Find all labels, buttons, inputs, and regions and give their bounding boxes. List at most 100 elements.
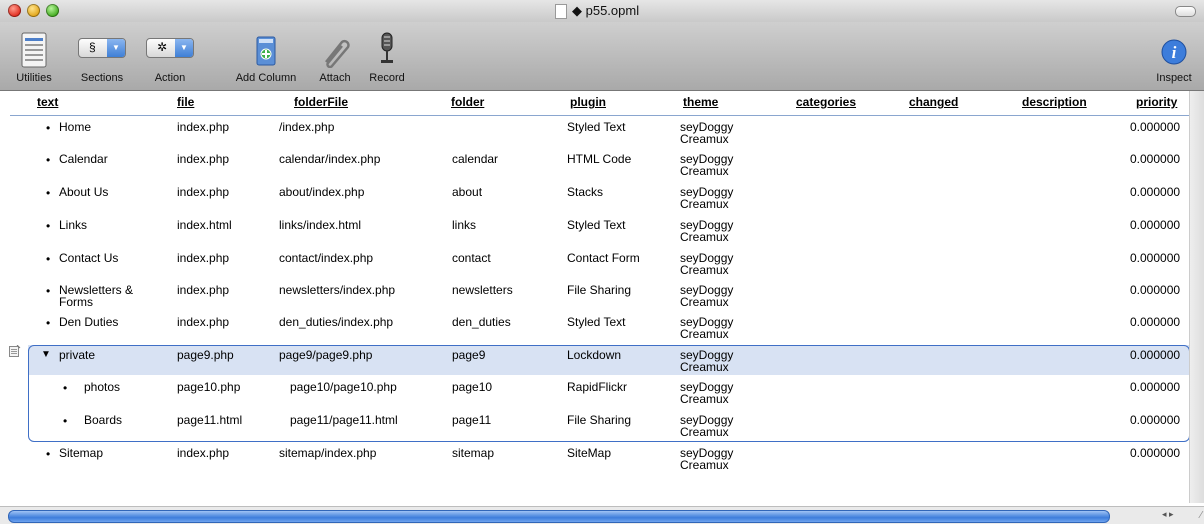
scroll-arrows[interactable]: ◂ ▸	[1162, 509, 1192, 522]
scroll-left-arrow-icon[interactable]: ◂	[1162, 509, 1167, 519]
column-header-priority[interactable]: priority	[1136, 95, 1177, 109]
cell-priority[interactable]: 0.000000	[1130, 252, 1180, 264]
cell-folder[interactable]: newsletters	[452, 284, 513, 296]
cell-theme-line2[interactable]: Creamux	[680, 133, 729, 145]
column-header-theme[interactable]: theme	[683, 95, 718, 109]
cell-folderfile[interactable]: contact/index.php	[279, 252, 373, 264]
resize-grip-icon[interactable]: ⁄	[1200, 510, 1202, 521]
cell-plugin[interactable]: Styled Text	[567, 219, 625, 231]
sections-button[interactable]: § ▼ Sections	[72, 22, 132, 90]
inspect-button[interactable]: i Inspect	[1146, 22, 1202, 90]
cell-text[interactable]: Calendar	[59, 153, 108, 165]
column-header-description[interactable]: description	[1022, 95, 1087, 109]
table-row[interactable]: • About Us index.php about/index.php abo…	[0, 184, 1190, 216]
cell-priority[interactable]: 0.000000	[1130, 381, 1180, 393]
cell-folder[interactable]: den_duties	[452, 316, 511, 328]
cell-priority[interactable]: 0.000000	[1130, 316, 1180, 328]
cell-file[interactable]: page9.php	[177, 349, 234, 361]
table-row[interactable]: • Boards page11.html page11/page11.html …	[0, 412, 1190, 444]
cell-text[interactable]: Boards	[84, 414, 122, 426]
add-column-button[interactable]: Add Column	[226, 22, 306, 90]
cell-text[interactable]: Den Duties	[59, 316, 118, 328]
cell-text[interactable]: private	[59, 349, 95, 361]
cell-text[interactable]: Links	[59, 219, 87, 231]
cell-plugin[interactable]: Stacks	[567, 186, 603, 198]
action-button[interactable]: ✲ ▼ Action	[140, 22, 200, 90]
cell-theme-line2[interactable]: Creamux	[680, 231, 729, 243]
cell-plugin[interactable]: File Sharing	[567, 414, 631, 426]
attach-button[interactable]: Attach	[312, 22, 358, 90]
cell-folder[interactable]: calendar	[452, 153, 498, 165]
disclosure-triangle-icon[interactable]: ▼	[41, 349, 51, 360]
cell-text[interactable]: About Us	[59, 186, 108, 198]
cell-file[interactable]: page11.html	[177, 414, 242, 426]
cell-folderfile[interactable]: page9/page9.php	[279, 349, 372, 361]
table-row[interactable]: • Links index.html links/index.html link…	[0, 217, 1190, 249]
cell-file[interactable]: index.html	[177, 219, 232, 231]
zoom-window-button[interactable]	[46, 4, 59, 17]
vertical-scrollbar[interactable]	[1189, 91, 1204, 503]
record-button[interactable]: Record	[362, 22, 412, 90]
cell-theme-line2[interactable]: Creamux	[680, 393, 729, 405]
horizontal-scroll-thumb[interactable]	[8, 510, 1110, 523]
cell-theme-line2[interactable]: Creamux	[680, 361, 729, 373]
cell-priority[interactable]: 0.000000	[1130, 153, 1180, 165]
cell-folder[interactable]: about	[452, 186, 482, 198]
table-row[interactable]: • Calendar index.php calendar/index.php …	[0, 151, 1190, 183]
cell-priority[interactable]: 0.000000	[1130, 447, 1180, 459]
table-row[interactable]: • Home index.php /index.php Styled Text …	[0, 119, 1190, 151]
cell-folder[interactable]: page11	[452, 414, 491, 426]
column-header-changed[interactable]: changed	[909, 95, 958, 109]
table-row[interactable]: • photos page10.php page10/page10.php pa…	[0, 379, 1190, 411]
table-row[interactable]: • Sitemap index.php sitemap/index.php si…	[0, 445, 1190, 477]
action-popup[interactable]: ✲ ▼	[146, 38, 194, 58]
sections-popup[interactable]: § ▼	[78, 38, 126, 58]
cell-folder[interactable]: page9	[452, 349, 485, 361]
cell-text[interactable]: Contact Us	[59, 252, 118, 264]
cell-folderfile[interactable]: /index.php	[279, 121, 334, 133]
column-header-file[interactable]: file	[177, 95, 194, 109]
cell-file[interactable]: index.php	[177, 447, 229, 459]
cell-theme-line2[interactable]: Creamux	[680, 264, 729, 276]
cell-folder[interactable]: links	[452, 219, 476, 231]
cell-text[interactable]: photos	[84, 381, 120, 393]
cell-folderfile[interactable]: den_duties/index.php	[279, 316, 393, 328]
cell-folder[interactable]: contact	[452, 252, 491, 264]
cell-priority[interactable]: 0.000000	[1130, 121, 1180, 133]
table-row[interactable]: • Newsletters & Forms index.php newslett…	[0, 282, 1190, 314]
cell-file[interactable]: index.php	[177, 121, 229, 133]
cell-folderfile[interactable]: calendar/index.php	[279, 153, 380, 165]
cell-file[interactable]: index.php	[177, 153, 229, 165]
cell-plugin[interactable]: File Sharing	[567, 284, 631, 296]
column-header-text[interactable]: text	[37, 95, 58, 109]
cell-text[interactable]: Sitemap	[59, 447, 103, 459]
cell-text[interactable]: Newsletters & Forms	[59, 284, 154, 308]
cell-file[interactable]: index.php	[177, 252, 229, 264]
cell-theme-line2[interactable]: Creamux	[680, 198, 729, 210]
cell-plugin[interactable]: HTML Code	[567, 153, 631, 165]
document-proxy-icon[interactable]	[555, 4, 567, 19]
cell-plugin[interactable]: SiteMap	[567, 447, 611, 459]
cell-priority[interactable]: 0.000000	[1130, 219, 1180, 231]
cell-file[interactable]: page10.php	[177, 381, 240, 393]
cell-plugin[interactable]: RapidFlickr	[567, 381, 627, 393]
cell-folder[interactable]: page10	[452, 381, 492, 393]
cell-plugin[interactable]: Lockdown	[567, 349, 621, 361]
cell-plugin[interactable]: Styled Text	[567, 121, 625, 133]
cell-folderfile[interactable]: sitemap/index.php	[279, 447, 376, 459]
utilities-button[interactable]: Utilities	[4, 22, 64, 90]
cell-folderfile[interactable]: page11/page11.html	[290, 414, 398, 426]
table-row[interactable]: • Contact Us index.php contact/index.php…	[0, 250, 1190, 282]
cell-folder[interactable]: sitemap	[452, 447, 494, 459]
scroll-right-arrow-icon[interactable]: ▸	[1169, 509, 1174, 519]
cell-plugin[interactable]: Contact Form	[567, 252, 640, 264]
column-header-categories[interactable]: categories	[796, 95, 856, 109]
close-window-button[interactable]	[8, 4, 21, 17]
table-row[interactable]: • Den Duties index.php den_duties/index.…	[0, 314, 1190, 346]
toolbar-toggle-button[interactable]	[1175, 6, 1196, 17]
cell-priority[interactable]: 0.000000	[1130, 349, 1180, 361]
column-header-folderfile[interactable]: folderFile	[294, 95, 348, 109]
horizontal-scrollbar[interactable]: ◂ ▸ ⁄	[0, 506, 1204, 524]
cell-theme-line2[interactable]: Creamux	[680, 426, 729, 438]
cell-priority[interactable]: 0.000000	[1130, 414, 1180, 426]
